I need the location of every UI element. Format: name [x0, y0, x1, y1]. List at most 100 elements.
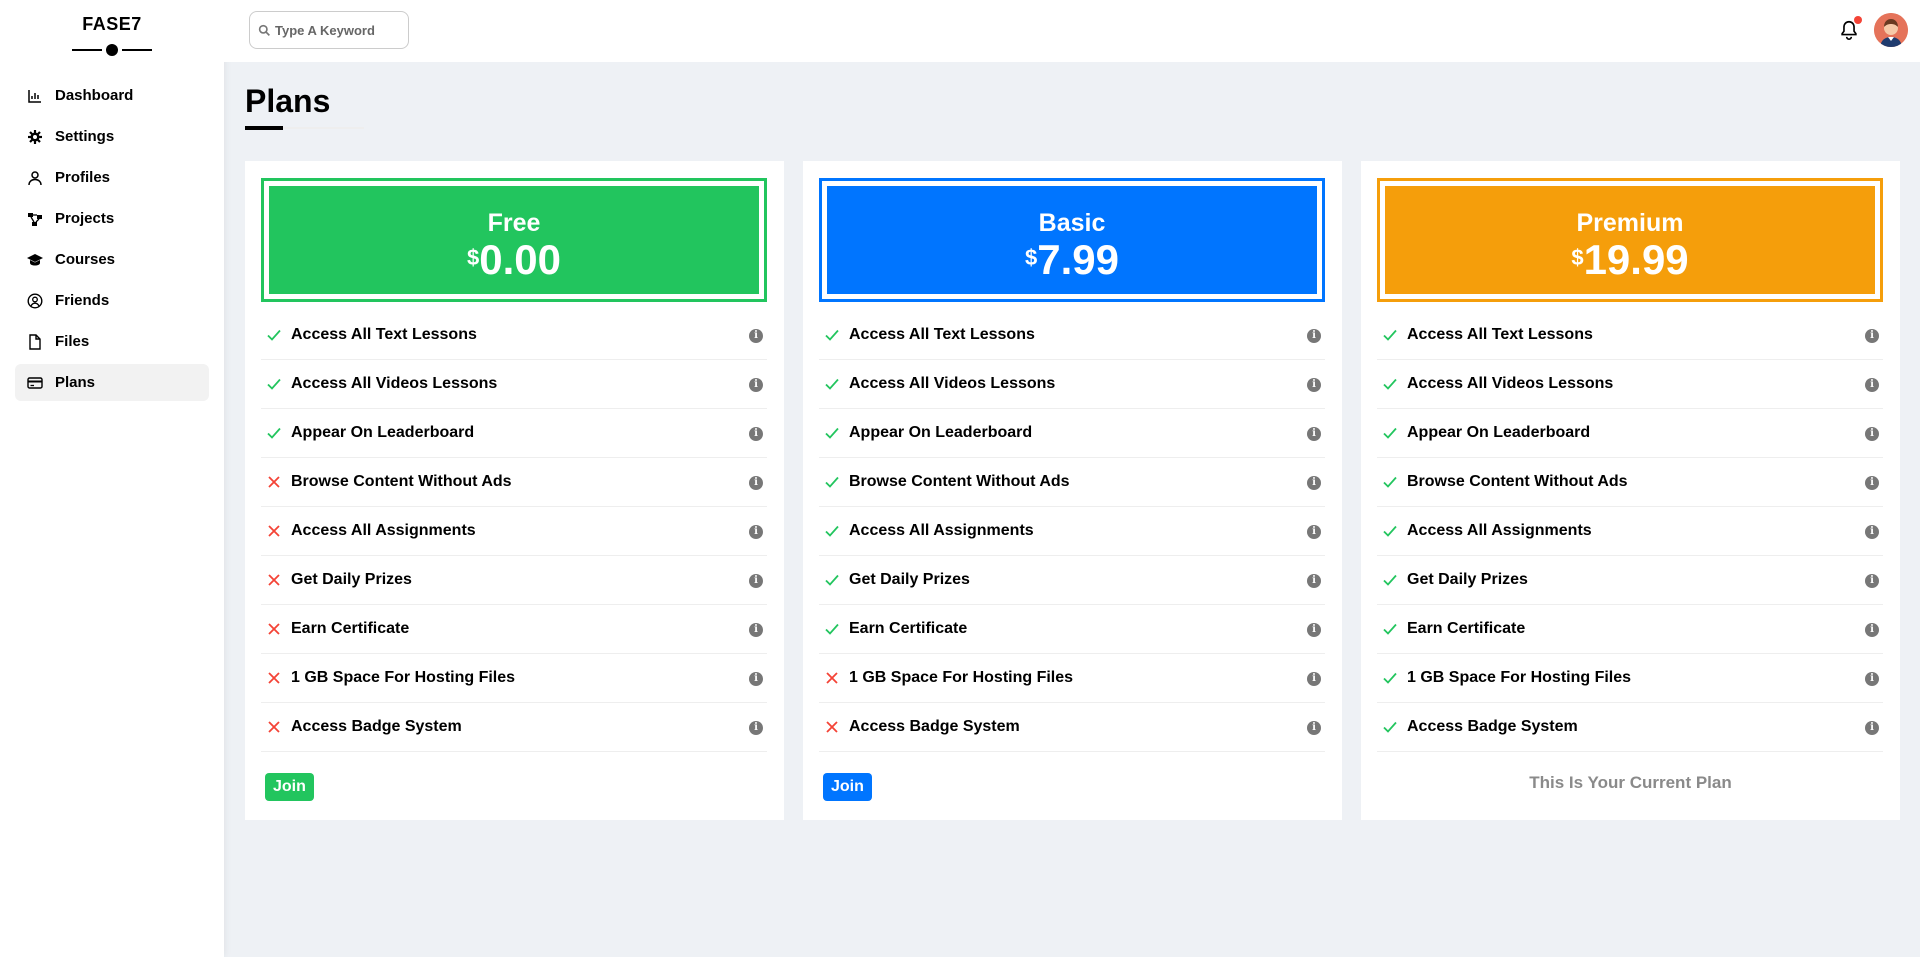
info-icon[interactable]: i — [1865, 721, 1879, 735]
info-icon[interactable]: i — [1307, 574, 1321, 588]
currency-symbol: $ — [467, 245, 480, 270]
feature-label: Access All Text Lessons — [1407, 326, 1593, 343]
feature-label: Get Daily Prizes — [849, 571, 970, 588]
sidebar-item-plans[interactable]: Plans — [15, 364, 209, 401]
info-icon[interactable]: i — [749, 476, 763, 490]
info-icon[interactable]: i — [1865, 427, 1879, 441]
info-icon[interactable]: i — [1307, 672, 1321, 686]
feature-row: Access All Assignments i — [1377, 507, 1883, 556]
feature-row: Earn Certificate i — [1377, 605, 1883, 654]
check-icon — [1381, 669, 1399, 687]
price-amount: 0.00 — [479, 236, 561, 283]
sidebar-nav: Dashboard Settings Profiles Projects Courses… — [0, 77, 224, 401]
info-icon[interactable]: i — [749, 378, 763, 392]
feature-label: Access Badge System — [849, 718, 1020, 735]
feature-label: Access All Text Lessons — [849, 326, 1035, 343]
cross-icon — [265, 571, 283, 589]
info-icon[interactable]: i — [1865, 525, 1879, 539]
info-icon[interactable]: i — [1307, 329, 1321, 343]
feature-label: Access All Text Lessons — [291, 326, 477, 343]
search-input[interactable] — [275, 22, 400, 38]
info-icon[interactable]: i — [749, 574, 763, 588]
sidebar-item-profiles[interactable]: Profiles — [15, 159, 209, 196]
feature-label: Access All Videos Lessons — [291, 375, 498, 392]
sidebar-item-files[interactable]: Files — [15, 323, 209, 360]
feature-label: Access All Videos Lessons — [849, 375, 1056, 392]
info-icon[interactable]: i — [1307, 427, 1321, 441]
sidebar-item-label: Profiles — [55, 169, 111, 186]
feature-row: Appear On Leaderboard i — [819, 409, 1325, 458]
top-header — [224, 0, 1920, 62]
cross-icon — [265, 620, 283, 638]
feature-row: 1 GB Space For Hosting Files i — [261, 654, 767, 703]
check-icon — [823, 424, 841, 442]
info-icon[interactable]: i — [1307, 525, 1321, 539]
feature-list: Access All Text Lessons i Access All Video… — [1377, 311, 1883, 752]
sidebar-item-label: Plans — [55, 374, 96, 391]
info-icon[interactable]: i — [1865, 574, 1879, 588]
notification-bell-icon[interactable] — [1838, 16, 1862, 42]
cross-icon — [265, 473, 283, 491]
search-box[interactable] — [249, 11, 409, 49]
feature-label: Appear On Leaderboard — [1407, 424, 1591, 441]
check-icon — [1381, 620, 1399, 638]
info-icon[interactable]: i — [1865, 378, 1879, 392]
price-amount: 19.99 — [1583, 236, 1689, 283]
plan-header: Basic $7.99 — [819, 178, 1325, 302]
feature-label: Earn Certificate — [849, 620, 968, 637]
info-icon[interactable]: i — [1307, 721, 1321, 735]
feature-row: Browse Content Without Ads i — [819, 458, 1325, 507]
sidebar-item-label: Courses — [55, 251, 116, 268]
join-button-basic[interactable]: Join — [823, 773, 872, 801]
plan-card-basic: Basic $7.99 Access All Text Lessons i Access… — [803, 161, 1342, 820]
sidebar-item-label: Projects — [55, 210, 115, 227]
feature-row: Get Daily Prizes i — [261, 556, 767, 605]
feature-label: Browse Content Without Ads — [291, 473, 512, 490]
check-icon — [823, 473, 841, 491]
plan-header: Free $0.00 — [261, 178, 767, 302]
logo-mark — [72, 43, 152, 57]
cross-icon — [265, 669, 283, 687]
gear-icon — [27, 129, 43, 145]
check-icon — [265, 326, 283, 344]
info-icon[interactable]: i — [749, 721, 763, 735]
feature-row: Appear On Leaderboard i — [261, 409, 767, 458]
info-icon[interactable]: i — [1865, 672, 1879, 686]
check-icon — [265, 375, 283, 393]
info-icon[interactable]: i — [1307, 623, 1321, 637]
plan-header: Premium $19.99 — [1377, 178, 1883, 302]
currency-symbol: $ — [1025, 245, 1038, 270]
info-icon[interactable]: i — [749, 672, 763, 686]
info-icon[interactable]: i — [749, 623, 763, 637]
feature-row: Access All Videos Lessons i — [819, 360, 1325, 409]
sidebar-item-projects[interactable]: Projects — [15, 200, 209, 237]
cross-icon — [265, 522, 283, 540]
user-avatar[interactable] — [1874, 13, 1908, 47]
info-icon[interactable]: i — [1865, 476, 1879, 490]
feature-row: Appear On Leaderboard i — [1377, 409, 1883, 458]
sidebar-item-settings[interactable]: Settings — [15, 118, 209, 155]
current-plan-label: This Is Your Current Plan — [1529, 773, 1732, 792]
plan-card-free: Free $0.00 Access All Text Lessons i Access … — [245, 161, 784, 820]
feature-row: 1 GB Space For Hosting Files i — [819, 654, 1325, 703]
sidebar: FASE7 Dashboard Settings Profiles Projects C… — [0, 0, 224, 957]
feature-row: Access All Videos Lessons i — [1377, 360, 1883, 409]
sidebar-item-dashboard[interactable]: Dashboard — [15, 77, 209, 114]
info-icon[interactable]: i — [749, 329, 763, 343]
join-button-free[interactable]: Join — [265, 773, 314, 801]
feature-row: Earn Certificate i — [261, 605, 767, 654]
page-title: Plans — [245, 83, 331, 119]
info-icon[interactable]: i — [1865, 623, 1879, 637]
info-icon[interactable]: i — [1865, 329, 1879, 343]
feature-row: Access All Assignments i — [819, 507, 1325, 556]
check-icon — [823, 522, 841, 540]
sidebar-item-friends[interactable]: Friends — [15, 282, 209, 319]
info-icon[interactable]: i — [1307, 476, 1321, 490]
info-icon[interactable]: i — [1307, 378, 1321, 392]
user-circle-icon — [27, 292, 43, 309]
feature-label: Earn Certificate — [291, 620, 410, 637]
info-icon[interactable]: i — [749, 427, 763, 441]
info-icon[interactable]: i — [749, 525, 763, 539]
feature-label: Access Badge System — [291, 718, 462, 735]
sidebar-item-courses[interactable]: Courses — [15, 241, 209, 278]
